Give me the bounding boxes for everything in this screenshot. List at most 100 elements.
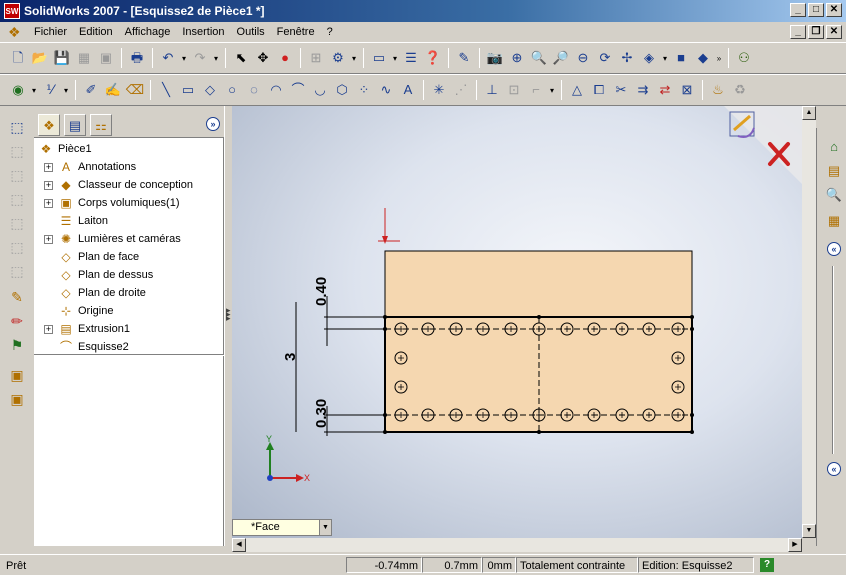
properties-icon[interactable]: ☰ xyxy=(401,48,421,68)
select-other-icon[interactable]: ✥ xyxy=(253,48,273,68)
panel-splitter[interactable]: ▸ ▸ ▸ xyxy=(224,106,232,546)
feature2-icon[interactable]: ▣ xyxy=(8,390,26,408)
expand-panel-icon[interactable]: » xyxy=(206,117,220,131)
part-doc-icon[interactable]: ❖ xyxy=(8,24,21,41)
display-style-icon[interactable]: ◉ xyxy=(8,80,28,100)
cube-left-icon[interactable]: ⬚ xyxy=(8,166,26,184)
maximize-button[interactable]: □ xyxy=(808,3,824,17)
open-icon[interactable]: 📂 xyxy=(30,48,50,68)
graphics-area[interactable]: 0.40 3 0.30 Y X xyxy=(232,106,802,538)
menu-affichage[interactable]: Affichage xyxy=(119,25,177,39)
sketch-canvas[interactable]: 0.40 3 0.30 Y X xyxy=(232,106,802,538)
add-relation-icon[interactable]: ⊥ xyxy=(482,80,502,100)
perimeter-circle-icon[interactable]: ◌ xyxy=(244,80,264,100)
scroll-up-icon[interactable]: ▲ xyxy=(802,106,816,120)
tree-item[interactable]: ◇ Plan de face xyxy=(34,248,224,266)
scroll-right-icon[interactable]: ▶ xyxy=(788,538,802,552)
property-manager-tab-icon[interactable]: ▤ xyxy=(64,114,86,136)
trim-icon[interactable]: ✂ xyxy=(611,80,631,100)
expand-icon[interactable]: + xyxy=(44,235,53,244)
view-palette-icon[interactable]: ▦ xyxy=(825,212,843,230)
tree-item[interactable]: ☰ Laiton xyxy=(34,212,224,230)
sketch-point[interactable] xyxy=(690,430,694,434)
dimension-top[interactable]: 0.40 xyxy=(313,277,330,306)
shaded-icon[interactable]: ■ xyxy=(671,48,691,68)
cube-right-icon[interactable]: ⬚ xyxy=(8,190,26,208)
3d-sketch-icon[interactable]: ✍ xyxy=(103,80,123,100)
expand-icon[interactable]: + xyxy=(44,325,53,334)
tree-item[interactable]: ◇ Plan de droite xyxy=(34,284,224,302)
redo-dropdown-icon[interactable]: ▾ xyxy=(212,54,220,63)
splitter-grip-icon[interactable]: ▸ ▸ ▸ xyxy=(226,306,231,323)
minimize-button[interactable]: _ xyxy=(790,3,806,17)
mirror-icon[interactable]: △ xyxy=(567,80,587,100)
cube-iso-icon[interactable]: ⬚ xyxy=(8,262,26,280)
print-icon[interactable]: 🖶 xyxy=(127,48,147,68)
parallelogram-icon[interactable]: ◇ xyxy=(200,80,220,100)
home-icon[interactable]: ⌂ xyxy=(825,138,843,156)
sketch-point[interactable] xyxy=(690,327,694,331)
tree-item[interactable]: + ▤ Extrusion1 xyxy=(34,320,224,338)
configuration-manager-tab-icon[interactable]: ⚏ xyxy=(90,114,112,136)
sketch-icon[interactable]: ✐ xyxy=(81,80,101,100)
expand-icon[interactable]: + xyxy=(44,163,53,172)
linear-pattern-icon[interactable]: ⊠ xyxy=(677,80,697,100)
view-dropdown-icon[interactable]: ▼ xyxy=(319,520,331,535)
fillet-dropdown-icon[interactable]: ▾ xyxy=(548,86,556,95)
horizontal-scrollbar[interactable]: ◀ ▶ xyxy=(232,538,802,552)
dimension-height[interactable]: 3 xyxy=(282,353,299,361)
smart-dimension-icon[interactable]: ⅟ xyxy=(40,80,60,100)
cube-front-icon[interactable]: ⬚ xyxy=(8,118,26,136)
dimension-dropdown-icon[interactable]: ▾ xyxy=(62,86,70,95)
expand-icon[interactable]: + xyxy=(44,181,53,190)
make-drawing-icon[interactable]: ▦ xyxy=(74,48,94,68)
tree-item[interactable]: + A Annotations xyxy=(34,158,224,176)
design-library-icon[interactable]: ▤ xyxy=(825,162,843,180)
polygon-icon[interactable]: ⬡ xyxy=(332,80,352,100)
point-pattern-icon[interactable]: ⁘ xyxy=(354,80,374,100)
tangent-arc-icon[interactable]: ⌒ xyxy=(288,80,308,100)
collapse-task-pane-icon[interactable]: « xyxy=(827,242,841,256)
sketch-point[interactable] xyxy=(690,413,694,417)
tree-item[interactable]: ❖ Pièce1 xyxy=(34,140,224,158)
help-icon[interactable]: ❓ xyxy=(423,48,443,68)
dimension-bottom[interactable]: 0.30 xyxy=(313,399,330,428)
vertical-scrollbar[interactable]: ▲ ▼ xyxy=(802,106,816,538)
sketch-pencil-icon[interactable]: ✏ xyxy=(8,312,26,330)
expand-task-pane-icon[interactable]: « xyxy=(827,462,841,476)
close-button[interactable]: ✕ xyxy=(826,3,842,17)
doc-minimize-button[interactable]: _ xyxy=(790,25,806,39)
feature-tree-tab-icon[interactable]: ❖ xyxy=(38,114,60,136)
more-tools-icon[interactable]: » xyxy=(715,54,723,63)
centerpoint-arc-icon[interactable]: ◠ xyxy=(266,80,286,100)
menu-outils[interactable]: Outils xyxy=(231,25,271,39)
menu-fichier[interactable]: Fichier xyxy=(28,25,73,39)
display-style-dropdown-icon[interactable]: ▾ xyxy=(30,86,38,95)
addins-icon[interactable]: ⚇ xyxy=(734,48,754,68)
eraser-icon[interactable]: ⌫ xyxy=(125,80,145,100)
doc-close-button[interactable]: ✕ xyxy=(826,25,842,39)
solidworks-icon[interactable]: SW xyxy=(4,3,20,19)
feature-icon[interactable]: ▣ xyxy=(8,366,26,384)
rectangle-icon[interactable]: ▭ xyxy=(178,80,198,100)
rotate-icon[interactable]: ⟳ xyxy=(595,48,615,68)
spline-icon[interactable]: ∿ xyxy=(376,80,396,100)
tree-item[interactable]: ⊹ Origine xyxy=(34,302,224,320)
cube-bottom-icon[interactable]: ⬚ xyxy=(8,238,26,256)
pan-icon[interactable]: ✢ xyxy=(617,48,637,68)
make-assembly-icon[interactable]: ▣ xyxy=(96,48,116,68)
zoom-area-icon[interactable]: 🔍 xyxy=(529,48,549,68)
tree-item[interactable]: ◇ Plan de dessus xyxy=(34,266,224,284)
scroll-left-icon[interactable]: ◀ xyxy=(232,538,246,552)
shaded-edges-icon[interactable]: ◆ xyxy=(693,48,713,68)
tree-item[interactable]: + ▣ Corps volumiques(1) xyxy=(34,194,224,212)
edit-sketch-icon[interactable]: ✎ xyxy=(8,288,26,306)
text-icon[interactable]: A xyxy=(398,80,418,100)
view-orientation-icon[interactable]: ◈ xyxy=(639,48,659,68)
tree-item[interactable]: + ✺ Lumières et caméras xyxy=(34,230,224,248)
repair-sketch-icon[interactable]: ♻ xyxy=(730,80,750,100)
options-dropdown-icon[interactable]: ▾ xyxy=(350,54,358,63)
line-icon[interactable]: ╲ xyxy=(156,80,176,100)
undo-dropdown-icon[interactable]: ▾ xyxy=(180,54,188,63)
file-explorer-icon[interactable]: 🔍 xyxy=(825,186,843,204)
